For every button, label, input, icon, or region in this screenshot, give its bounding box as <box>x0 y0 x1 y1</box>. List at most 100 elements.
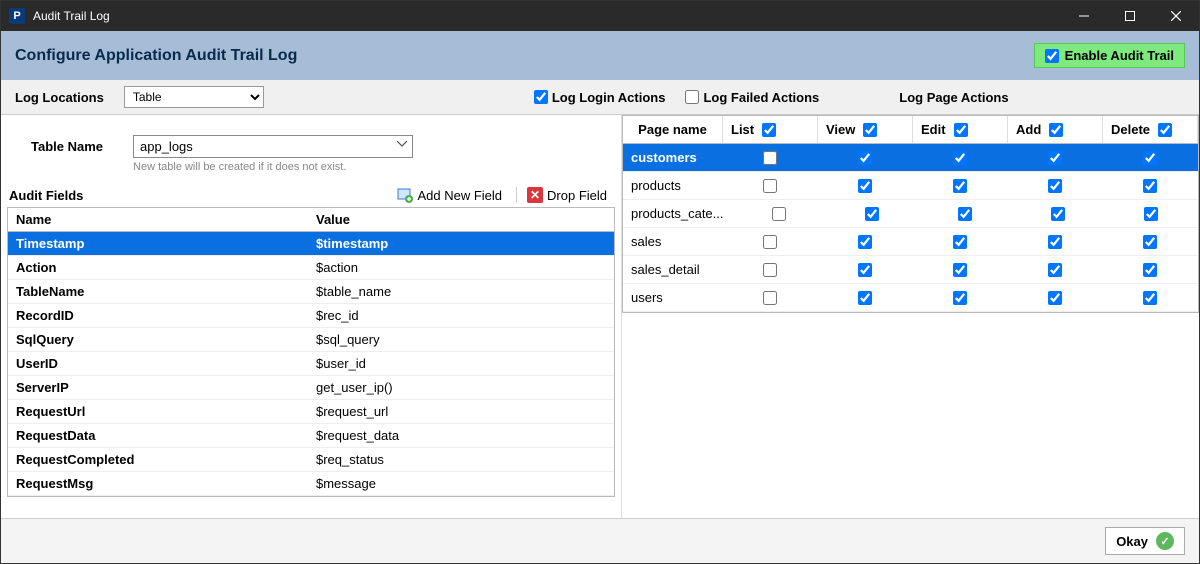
page-add-checkbox[interactable] <box>1048 291 1062 305</box>
page-add-checkbox[interactable] <box>1051 207 1065 221</box>
log-failed-actions[interactable]: Log Failed Actions <box>685 90 819 105</box>
window-controls <box>1061 1 1199 31</box>
page-col-add-all-checkbox[interactable] <box>1049 123 1063 137</box>
log-page-actions-label: Log Page Actions <box>899 90 1008 105</box>
enable-audit-trail-button[interactable]: Enable Audit Trail <box>1034 43 1185 68</box>
table-row[interactable]: customers <box>623 144 1198 172</box>
okay-button[interactable]: Okay ✓ <box>1105 527 1185 555</box>
page-add-checkbox[interactable] <box>1048 263 1062 277</box>
add-field-icon <box>397 187 413 203</box>
page-name-cell: users <box>623 284 723 311</box>
close-button[interactable] <box>1153 1 1199 31</box>
page-col-add[interactable]: Add <box>1008 116 1103 143</box>
log-login-label: Log Login Actions <box>552 90 666 105</box>
table-row[interactable]: Timestamp$timestamp <box>8 232 614 256</box>
page-delete-cell <box>1103 145 1198 171</box>
table-row[interactable]: SqlQuery$sql_query <box>8 328 614 352</box>
page-list-cell <box>723 173 818 199</box>
log-login-checkbox[interactable] <box>534 90 548 104</box>
page-list-checkbox[interactable] <box>763 151 777 165</box>
page-view-cell <box>818 229 913 255</box>
page-edit-checkbox[interactable] <box>953 235 967 249</box>
page-view-checkbox[interactable] <box>858 291 872 305</box>
page-list-checkbox[interactable] <box>763 263 777 277</box>
table-name-label: Table Name <box>31 135 103 154</box>
page-view-checkbox[interactable] <box>858 179 872 193</box>
page-delete-checkbox[interactable] <box>1143 179 1157 193</box>
page-delete-checkbox[interactable] <box>1143 291 1157 305</box>
table-row[interactable]: products <box>623 172 1198 200</box>
page-add-checkbox[interactable] <box>1048 179 1062 193</box>
log-failed-checkbox[interactable] <box>685 90 699 104</box>
audit-col-name[interactable]: Name <box>8 208 308 231</box>
page-view-checkbox[interactable] <box>858 151 872 165</box>
table-name-hint: New table will be created if it does not… <box>133 161 413 173</box>
page-edit-checkbox[interactable] <box>958 207 972 221</box>
table-row[interactable]: sales <box>623 228 1198 256</box>
page-edit-checkbox[interactable] <box>953 263 967 277</box>
page-delete-checkbox[interactable] <box>1144 207 1158 221</box>
page-col-list[interactable]: List <box>723 116 818 143</box>
page-view-checkbox[interactable] <box>858 235 872 249</box>
audit-field-name: RequestMsg <box>8 472 308 495</box>
page-delete-cell <box>1103 229 1198 255</box>
page-col-edit[interactable]: Edit <box>913 116 1008 143</box>
page-edit-checkbox[interactable] <box>953 151 967 165</box>
table-row[interactable]: RequestMsg$message <box>8 472 614 496</box>
page-list-cell <box>733 201 826 227</box>
minimize-button[interactable] <box>1061 1 1107 31</box>
page-list-cell <box>723 285 818 311</box>
log-failed-label: Log Failed Actions <box>703 90 819 105</box>
drop-field-icon: ✕ <box>527 187 543 203</box>
page-add-checkbox[interactable] <box>1048 235 1062 249</box>
footer: Okay ✓ <box>1 518 1199 563</box>
page-col-view[interactable]: View <box>818 116 913 143</box>
page-title: Configure Application Audit Trail Log <box>15 47 297 65</box>
audit-field-name: RecordID <box>8 304 308 327</box>
table-row[interactable]: RequestUrl$request_url <box>8 400 614 424</box>
table-row[interactable]: RequestData$request_data <box>8 424 614 448</box>
page-list-checkbox[interactable] <box>772 207 786 221</box>
add-new-field-button[interactable]: Add New Field <box>387 187 506 203</box>
table-row[interactable]: RequestCompleted$req_status <box>8 448 614 472</box>
audit-col-value[interactable]: Value <box>308 208 614 231</box>
page-view-cell <box>818 145 913 171</box>
page-delete-checkbox[interactable] <box>1143 263 1157 277</box>
page-edit-checkbox[interactable] <box>953 179 967 193</box>
page-add-cell <box>1008 285 1103 311</box>
page-name-cell: sales <box>623 228 723 255</box>
page-col-edit-all-checkbox[interactable] <box>954 123 968 137</box>
audit-field-name: Timestamp <box>8 232 308 255</box>
page-list-checkbox[interactable] <box>763 291 777 305</box>
log-locations-select[interactable]: Table <box>124 86 264 108</box>
drop-field-button[interactable]: ✕ Drop Field <box>516 187 611 203</box>
page-col-list-all-checkbox[interactable] <box>762 123 776 137</box>
page-header: Configure Application Audit Trail Log En… <box>1 31 1199 80</box>
table-row[interactable]: UserID$user_id <box>8 352 614 376</box>
table-row[interactable]: ServerIPget_user_ip() <box>8 376 614 400</box>
page-view-cell <box>818 285 913 311</box>
page-col-view-all-checkbox[interactable] <box>863 123 877 137</box>
table-row[interactable]: users <box>623 284 1198 312</box>
maximize-button[interactable] <box>1107 1 1153 31</box>
page-edit-checkbox[interactable] <box>953 291 967 305</box>
page-view-checkbox[interactable] <box>865 207 879 221</box>
table-row[interactable]: Action$action <box>8 256 614 280</box>
page-col-delete-all-checkbox[interactable] <box>1158 123 1172 137</box>
table-name-input[interactable] <box>133 135 413 158</box>
page-add-checkbox[interactable] <box>1048 151 1062 165</box>
page-list-checkbox[interactable] <box>763 235 777 249</box>
page-delete-checkbox[interactable] <box>1143 151 1157 165</box>
table-row[interactable]: products_cate... <box>623 200 1198 228</box>
page-view-checkbox[interactable] <box>858 263 872 277</box>
page-list-checkbox[interactable] <box>763 179 777 193</box>
table-row[interactable]: sales_detail <box>623 256 1198 284</box>
log-login-actions[interactable]: Log Login Actions <box>534 90 666 105</box>
page-edit-cell <box>913 285 1008 311</box>
content: Table Name New table will be created if … <box>1 115 1199 518</box>
page-col-delete[interactable]: Delete <box>1103 116 1198 143</box>
page-delete-checkbox[interactable] <box>1143 235 1157 249</box>
table-row[interactable]: TableName$table_name <box>8 280 614 304</box>
table-row[interactable]: RecordID$rec_id <box>8 304 614 328</box>
enable-audit-trail-checkbox[interactable] <box>1045 49 1059 63</box>
